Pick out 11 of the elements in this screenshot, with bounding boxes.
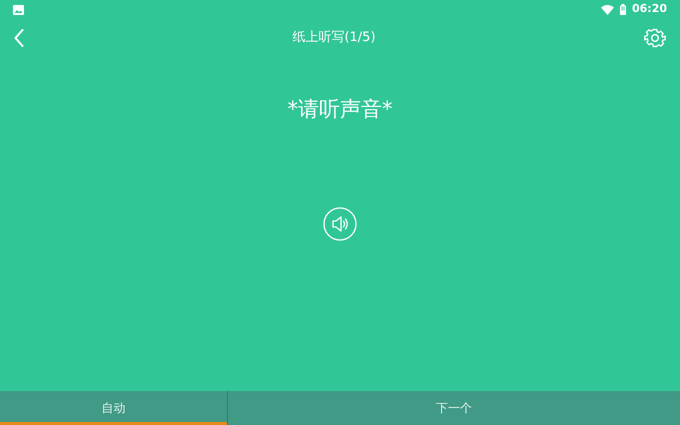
settings-icon[interactable]	[644, 26, 666, 48]
image-icon	[13, 4, 24, 14]
status-time: 06:20	[632, 1, 667, 18]
bottom-tab[interactable]: 下一个	[227, 391, 680, 425]
bottom-tab[interactable]: 自动	[0, 391, 227, 425]
battery-icon	[620, 4, 626, 15]
back-icon[interactable]	[14, 28, 24, 46]
speaker-icon[interactable]	[323, 206, 357, 240]
prompt-text: *请听声音*	[288, 96, 392, 123]
wifi-icon	[600, 4, 614, 14]
screen-title: 纸上听写(1/5)	[292, 28, 376, 47]
